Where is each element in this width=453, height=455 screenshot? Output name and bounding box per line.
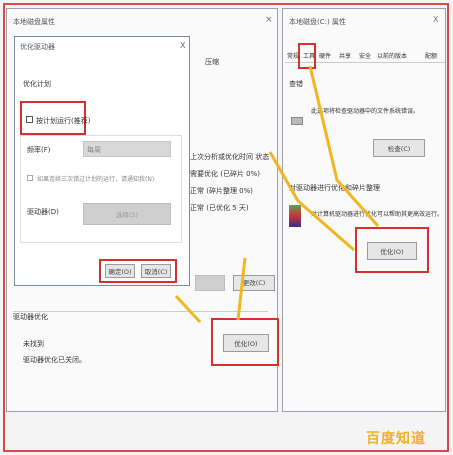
watermark-text: 百度知道 — [366, 431, 426, 447]
arrow-tools-to-optimize — [308, 65, 380, 227]
arrow-to-ok — [174, 294, 202, 324]
arrow-optimize-to-left — [268, 151, 355, 252]
arrow-left-to-dialog — [236, 257, 247, 321]
guide-arrows — [174, 65, 380, 324]
